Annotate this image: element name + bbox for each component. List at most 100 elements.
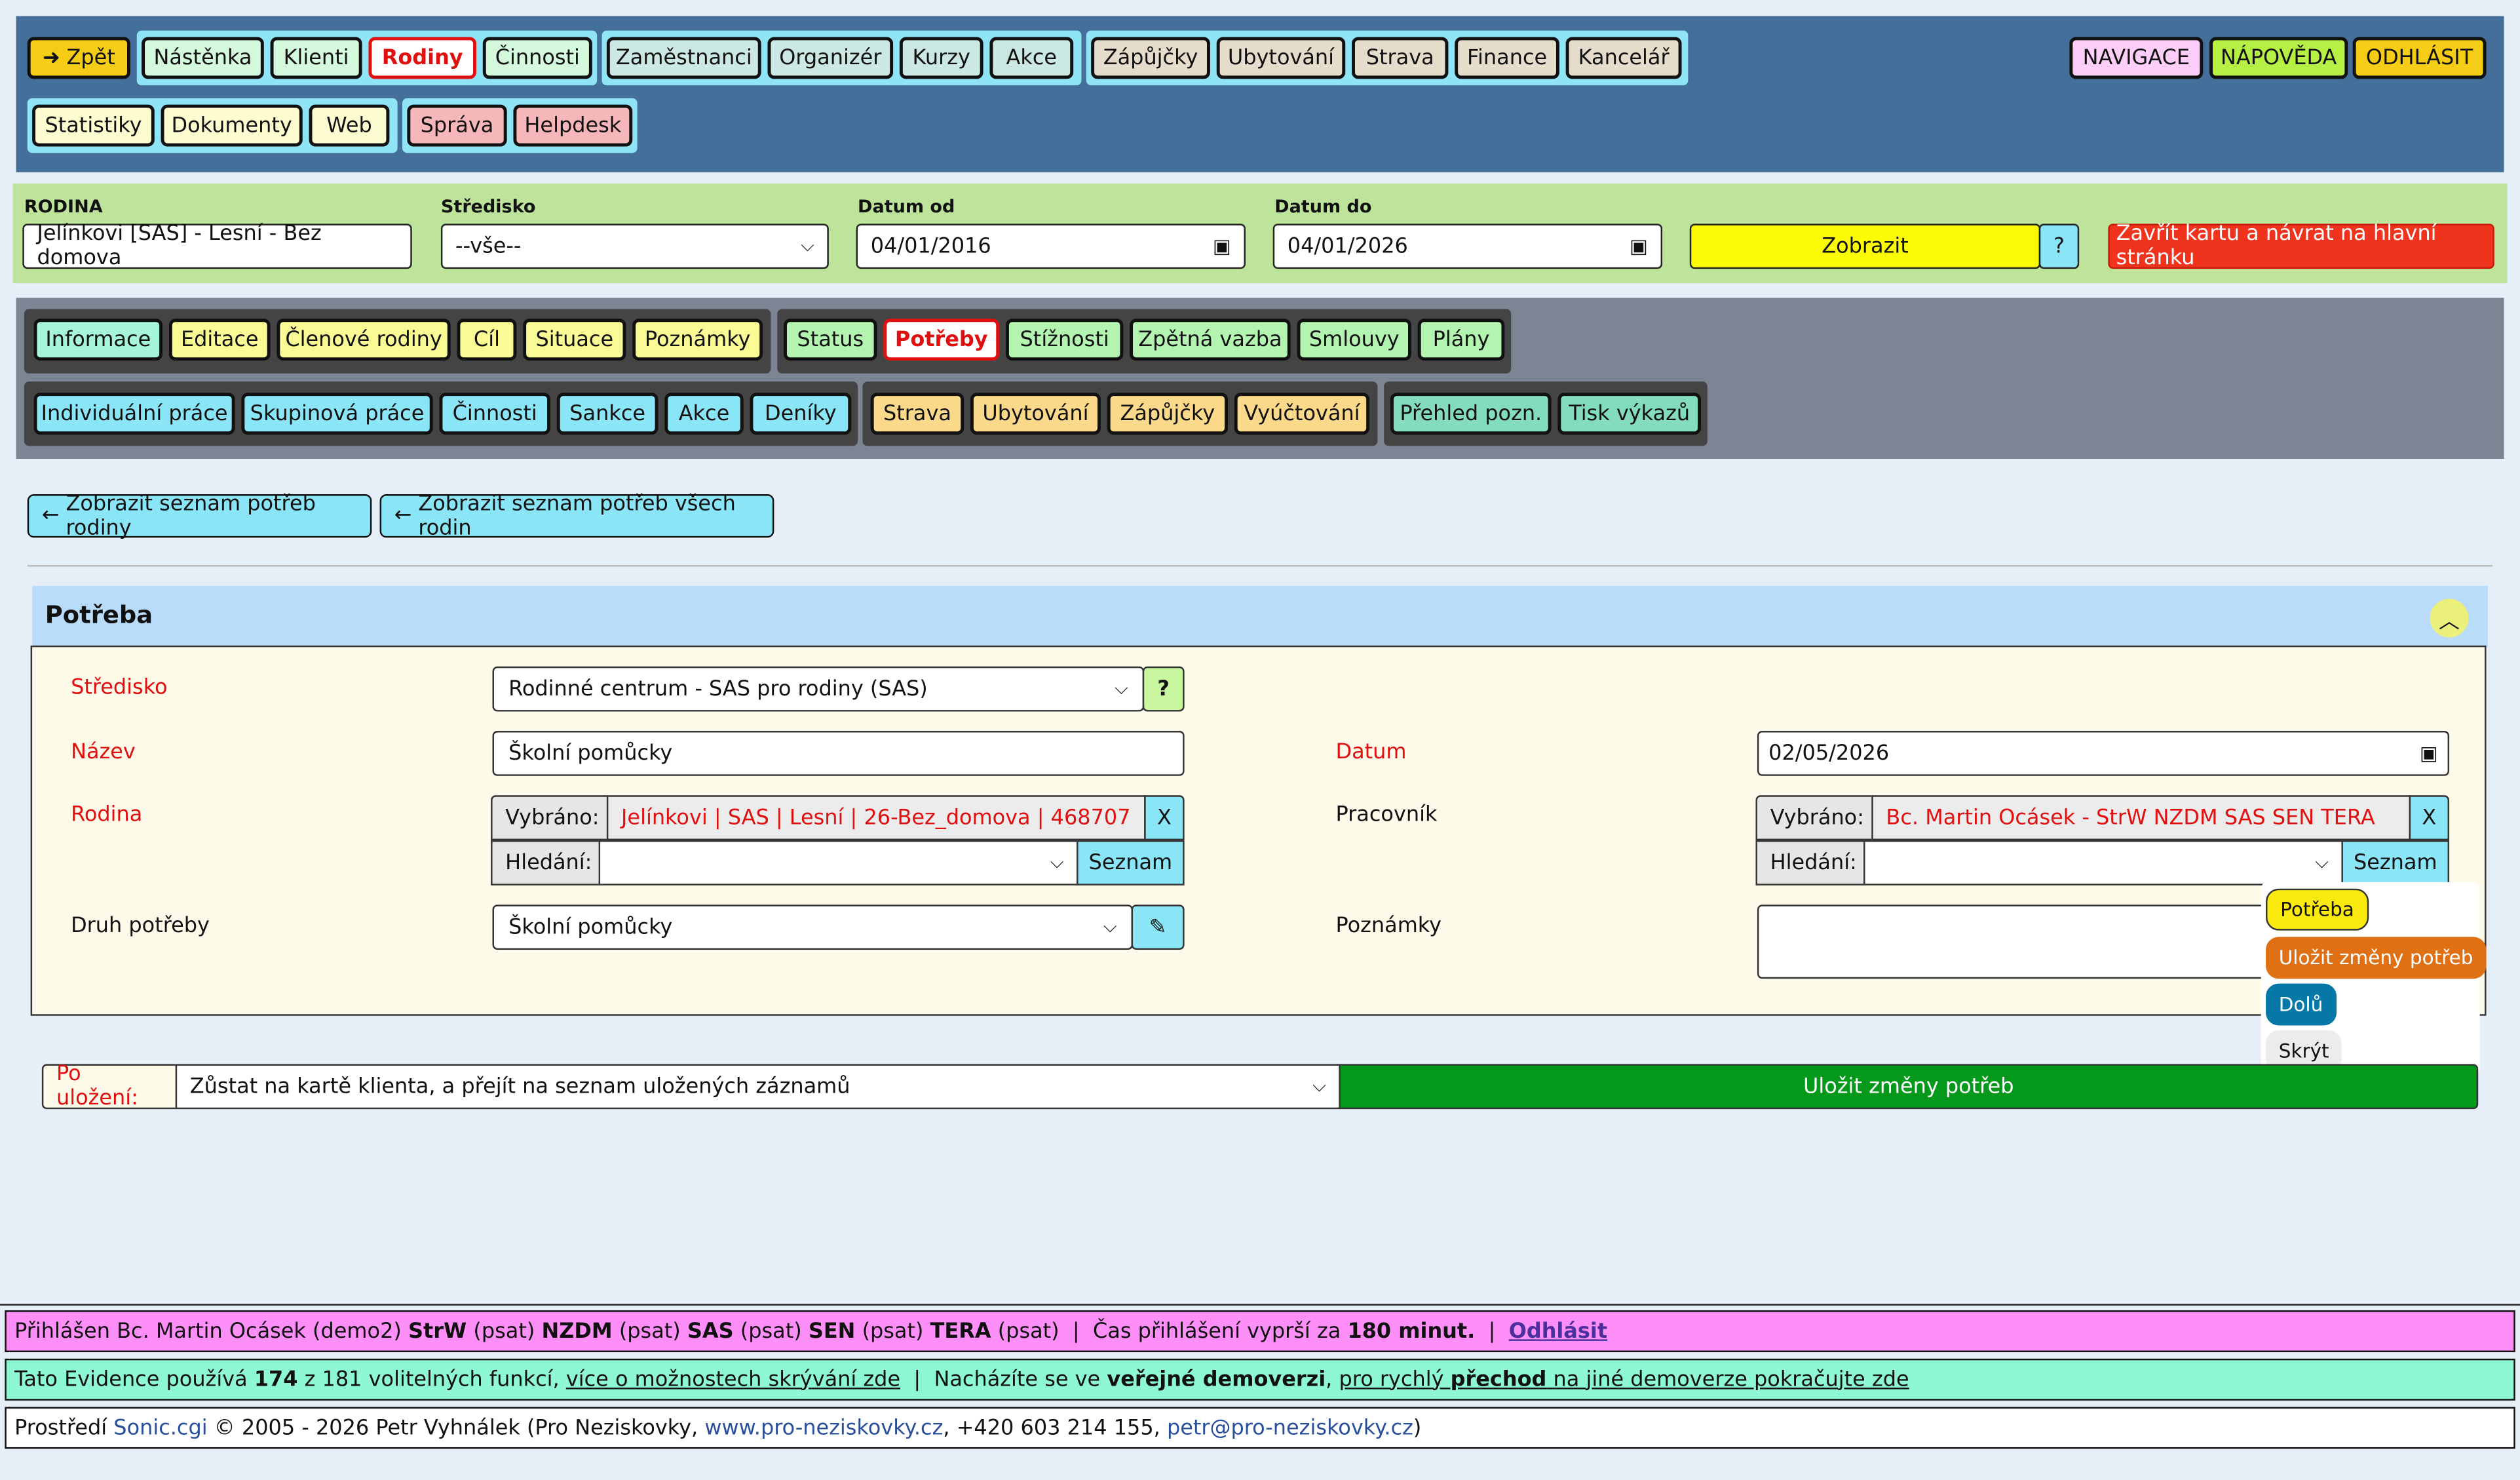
nav-strava[interactable]: Strava — [1352, 37, 1449, 79]
tab-smlouvy[interactable]: Smlouvy — [1297, 319, 1411, 361]
pracovnik-clear-button[interactable]: X — [2409, 795, 2450, 841]
hide-features-link[interactable]: více o možnostech skrývání zde — [566, 1367, 900, 1392]
nav-kancelar[interactable]: Kancelář — [1565, 37, 1682, 79]
tab-zapujcky[interactable]: Zápůjčky — [1107, 393, 1228, 435]
tab-editace[interactable]: Editace — [168, 319, 271, 361]
rodina-filter-input[interactable]: Jelínkovi [SAS] - Lesní - Bez domova — [22, 222, 412, 271]
odhlasit-button[interactable]: ODHLÁSIT — [2352, 37, 2487, 79]
tab-skupinova-prace[interactable]: Skupinová práce — [241, 393, 433, 435]
all-needs-list-button[interactable]: ← Zobrazit seznam potřeb všech rodin — [379, 492, 774, 540]
nav-kurzy[interactable]: Kurzy — [899, 37, 983, 79]
druh-potreby-select[interactable]: Školní pomůcky ⌵ — [492, 905, 1134, 950]
scroll-down-button[interactable]: Dolů — [2266, 983, 2336, 1026]
arrow-left-icon: ← — [41, 503, 60, 528]
quick-save-button[interactable]: Uložit změny potřeb — [2266, 937, 2487, 979]
tab-poznamky[interactable]: Poznámky — [632, 319, 763, 361]
tab-akce[interactable]: Akce — [664, 393, 744, 435]
stredisko-filter-select[interactable]: --vše-- ⌵ — [440, 224, 829, 269]
nav-web[interactable]: Web — [309, 104, 390, 147]
pracovnik-seznam-button[interactable]: Seznam — [2341, 840, 2450, 886]
stredisko-select[interactable]: Rodinné centrum - SAS pro rodiny (SAS) ⌵ — [492, 666, 1145, 712]
navigace-button[interactable]: NAVIGACE — [2069, 37, 2204, 79]
nav-sprava[interactable]: Správa — [407, 104, 507, 147]
tab-cil[interactable]: Cíl — [457, 319, 517, 361]
nav-finance[interactable]: Finance — [1455, 37, 1559, 79]
nav-group-org: Zaměstnanci Organizér Kurzy Akce — [601, 30, 1082, 86]
logout-link[interactable]: Odhlásit — [1509, 1319, 1607, 1344]
copyright-bar: Prostředí Sonic.cgi © 2005 - 2026 Petr V… — [5, 1407, 2515, 1449]
tab-cinnosti[interactable]: Činnosti — [439, 393, 550, 435]
tab-zpetna-vazba[interactable]: Zpětná vazba — [1130, 319, 1291, 361]
top-navigation: ➜ Zpět Nástěnka Klienti Rodiny Činnosti Z… — [16, 16, 2504, 172]
rodina-label: Rodina — [71, 803, 143, 828]
edit-icon: ✎ — [1149, 915, 1167, 940]
back-button[interactable]: ➜ Zpět — [27, 37, 130, 79]
stredisko-help-button[interactable]: ? — [1142, 666, 1185, 712]
pracovnik-label: Pracovník — [1335, 803, 1438, 828]
calendar-icon: ▣ — [2419, 742, 2438, 765]
datum-od-input[interactable]: 04/01/2016 ▣ — [856, 224, 1246, 269]
rodina-seznam-button[interactable]: Seznam — [1077, 840, 1185, 886]
nav-zapujcky[interactable]: Zápůjčky — [1091, 37, 1210, 79]
panel-title: Potřeba — [45, 600, 153, 630]
nav-group-reports: Statistiky Dokumenty Web — [27, 98, 398, 153]
pracovnik-search-select[interactable]: ⌵ — [1863, 840, 2343, 886]
tab-informace[interactable]: Informace — [33, 319, 163, 361]
tab-situace[interactable]: Situace — [523, 319, 626, 361]
pracovnik-selected-prefix: Vybráno: — [1755, 795, 1873, 841]
nazev-input[interactable]: Školní pomůcky — [492, 731, 1185, 776]
tab-stiznosti[interactable]: Stížnosti — [1006, 319, 1124, 361]
rodina-search-select[interactable]: ⌵ — [598, 840, 1079, 886]
druh-potreby-label: Druh potřeby — [71, 914, 210, 939]
tab-tisk-vykazu[interactable]: Tisk výkazů — [1557, 393, 1701, 435]
chevron-up-icon[interactable]: ︿ — [2430, 598, 2469, 638]
demo-switch-link[interactable]: pro rychlý přechod na jiné demoverze pok… — [1339, 1367, 1909, 1392]
website-link[interactable]: www.pro-neziskovky.cz — [704, 1416, 943, 1440]
datum-input[interactable]: 02/05/2026 ▣ — [1757, 731, 2450, 776]
nav-organizer[interactable]: Organizér — [767, 37, 894, 79]
email-link[interactable]: petr@pro-neziskovky.cz — [1167, 1416, 1413, 1440]
after-save-select[interactable]: Zůstat na kartě klienta, a přejít na sez… — [175, 1064, 1341, 1110]
druh-edit-button[interactable]: ✎ — [1131, 905, 1185, 950]
nav-helpdesk[interactable]: Helpdesk — [513, 104, 633, 147]
tab-vyuctovani[interactable]: Vyúčtování — [1234, 393, 1370, 435]
nav-dokumenty[interactable]: Dokumenty — [161, 104, 303, 147]
tab-strava[interactable]: Strava — [870, 393, 964, 435]
save-changes-button[interactable]: Uložit změny potřeb — [1339, 1064, 2479, 1110]
calendar-icon: ▣ — [1630, 235, 1648, 258]
nav-akce[interactable]: Akce — [989, 37, 1074, 79]
family-needs-list-button[interactable]: ← Zobrazit seznam potřeb rodiny — [27, 492, 372, 540]
rodina-clear-button[interactable]: X — [1144, 795, 1185, 841]
tab-plany[interactable]: Plány — [1417, 319, 1505, 361]
nav-zamestnanci[interactable]: Zaměstnanci — [606, 37, 761, 79]
pracovnik-selected-value: Bc. Martin Ocásek - StrW NZDM SAS SEN TE… — [1871, 795, 2411, 841]
nav-nastenka[interactable]: Nástěnka — [142, 37, 264, 79]
datum-do-input[interactable]: 04/01/2026 ▣ — [1272, 224, 1663, 269]
poznamky-textarea[interactable] — [1757, 905, 2269, 979]
page-root: ➜ Zpět Nástěnka Klienti Rodiny Činnosti Z… — [0, 0, 2520, 1455]
jump-potreba-button[interactable]: Potřeba — [2266, 888, 2369, 931]
nav-ubytovani[interactable]: Ubytování — [1216, 37, 1346, 79]
login-status-bar: Přihlášen Bc. Martin Ocásek (demo2) StrW… — [5, 1310, 2515, 1353]
tab-sankce[interactable]: Sankce — [556, 393, 659, 435]
nav-klienti[interactable]: Klienti — [270, 37, 362, 79]
tab-potreby[interactable]: Potřeby — [883, 319, 1000, 361]
divider — [27, 565, 2493, 567]
tab-status[interactable]: Status — [784, 319, 877, 361]
tab-deniky[interactable]: Deníky — [750, 393, 852, 435]
napoveda-button[interactable]: NÁPOVĚDA — [2209, 37, 2348, 79]
sonic-link[interactable]: Sonic.cgi — [113, 1416, 207, 1440]
tab-individualni-prace[interactable]: Individuální práce — [33, 393, 235, 435]
tab-clenove-rodiny[interactable]: Členové rodiny — [277, 319, 451, 361]
close-card-button[interactable]: Zavřít kartu a návrat na hlavní stránku — [2108, 222, 2494, 271]
datum-do-label: Datum do — [1274, 196, 1372, 218]
nav-cinnosti[interactable]: Činnosti — [482, 37, 592, 79]
nav-rodiny[interactable]: Rodiny — [368, 37, 476, 79]
tab-ubytovani[interactable]: Ubytování — [970, 393, 1101, 435]
zobrazit-button[interactable]: Zobrazit — [1689, 224, 2041, 269]
tab-prehled-pozn[interactable]: Přehled pozn. — [1390, 393, 1552, 435]
filter-bar: RODINA Jelínkovi [SAS] - Lesní - Bez dom… — [12, 183, 2508, 284]
nazev-label: Název — [71, 740, 136, 765]
nav-statistiky[interactable]: Statistiky — [32, 104, 155, 147]
help-button[interactable]: ? — [2038, 224, 2080, 269]
